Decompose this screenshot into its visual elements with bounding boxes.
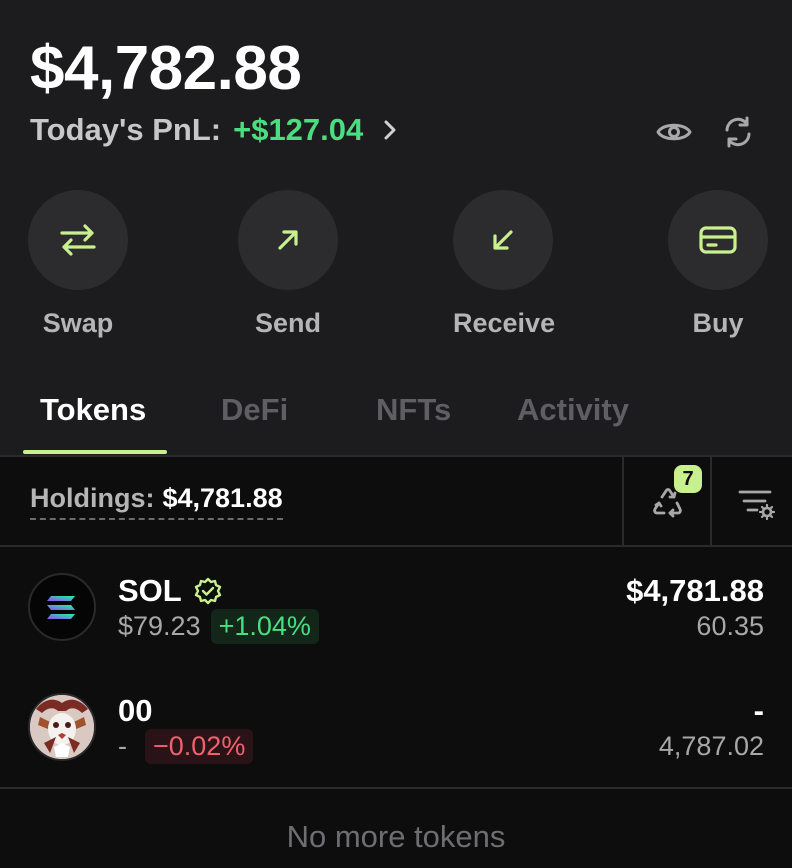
swap-arrows-icon xyxy=(60,224,96,256)
recycle-count-badge: 7 xyxy=(674,465,702,493)
token-amount: 4,787.02 xyxy=(658,731,764,761)
total-balance: $4,782.88 xyxy=(30,34,302,103)
divider xyxy=(0,787,792,789)
token-list-panel: Holdings: $4,781.88 7 SOL $79.23 +1.04% … xyxy=(0,455,792,868)
pnl-label: Today's PnL: xyxy=(30,112,222,147)
pnl-value: +$127.04 xyxy=(233,112,364,147)
buy-action[interactable]: Buy xyxy=(668,190,768,339)
token-symbol: SOL xyxy=(118,573,222,609)
receive-button[interactable] xyxy=(453,190,553,290)
holdings-value: $4,781.88 xyxy=(162,483,283,513)
divider xyxy=(710,457,712,547)
chevron-right-icon xyxy=(384,120,396,140)
pnl-row[interactable]: Today's PnL: +$127.04 xyxy=(30,112,399,148)
asset-tabs: Tokens DeFi NFTs Activity xyxy=(0,384,792,456)
token-change-badge: +1.04% xyxy=(210,609,319,644)
token-00-logo-icon xyxy=(28,693,96,761)
arrow-down-left-icon xyxy=(493,230,513,250)
token-row-sol[interactable]: SOL $79.23 +1.04% $4,781.88 60.35 xyxy=(0,557,792,675)
wallet-header: $4,782.88 Today's PnL: +$127.04 Swap Sen… xyxy=(0,0,792,455)
holdings-summary[interactable]: Holdings: $4,781.88 xyxy=(30,483,283,520)
token-price-row: $79.23 +1.04% xyxy=(118,609,319,644)
tab-defi[interactable]: DeFi xyxy=(221,392,288,428)
swap-action[interactable]: Swap xyxy=(28,190,128,339)
buy-button[interactable] xyxy=(668,190,768,290)
tab-tokens[interactable]: Tokens xyxy=(40,392,146,428)
arrow-up-right-icon xyxy=(278,230,298,250)
divider xyxy=(622,457,624,547)
holdings-bar: Holdings: $4,781.88 7 xyxy=(0,457,792,547)
credit-card-icon xyxy=(699,226,737,254)
receive-label: Receive xyxy=(453,308,556,338)
token-symbol-text: SOL xyxy=(118,573,182,608)
token-price: - xyxy=(118,731,127,761)
token-change-badge: −0.02% xyxy=(145,729,254,764)
sol-logo-icon xyxy=(28,573,96,641)
receive-action[interactable]: Receive xyxy=(453,190,556,339)
token-price: $79.23 xyxy=(118,611,201,641)
filter-settings-icon[interactable] xyxy=(728,475,784,531)
buy-label: Buy xyxy=(692,308,744,338)
send-label: Send xyxy=(254,308,321,338)
verified-badge-icon xyxy=(194,577,221,605)
tab-activity[interactable]: Activity xyxy=(517,392,629,428)
token-value: - xyxy=(753,693,764,728)
send-action[interactable]: Send xyxy=(238,190,338,339)
token-amount: 60.35 xyxy=(696,611,764,641)
swap-label: Swap xyxy=(42,308,114,338)
refresh-icon[interactable] xyxy=(718,112,758,152)
token-value: $4,781.88 xyxy=(626,573,764,608)
tab-nfts[interactable]: NFTs xyxy=(376,392,451,428)
token-row-00[interactable]: 00 - −0.02% - 4,787.02 xyxy=(0,677,792,795)
token-symbol: 00 xyxy=(118,693,152,729)
swap-button[interactable] xyxy=(28,190,128,290)
token-symbol-text: 00 xyxy=(118,693,153,728)
send-button[interactable] xyxy=(238,190,338,290)
active-tab-indicator xyxy=(23,450,167,454)
no-more-tokens-text: No more tokens xyxy=(286,819,506,854)
token-price-row: - −0.02% xyxy=(118,729,254,764)
holdings-label: Holdings: xyxy=(30,483,155,513)
eye-icon[interactable] xyxy=(654,112,694,152)
